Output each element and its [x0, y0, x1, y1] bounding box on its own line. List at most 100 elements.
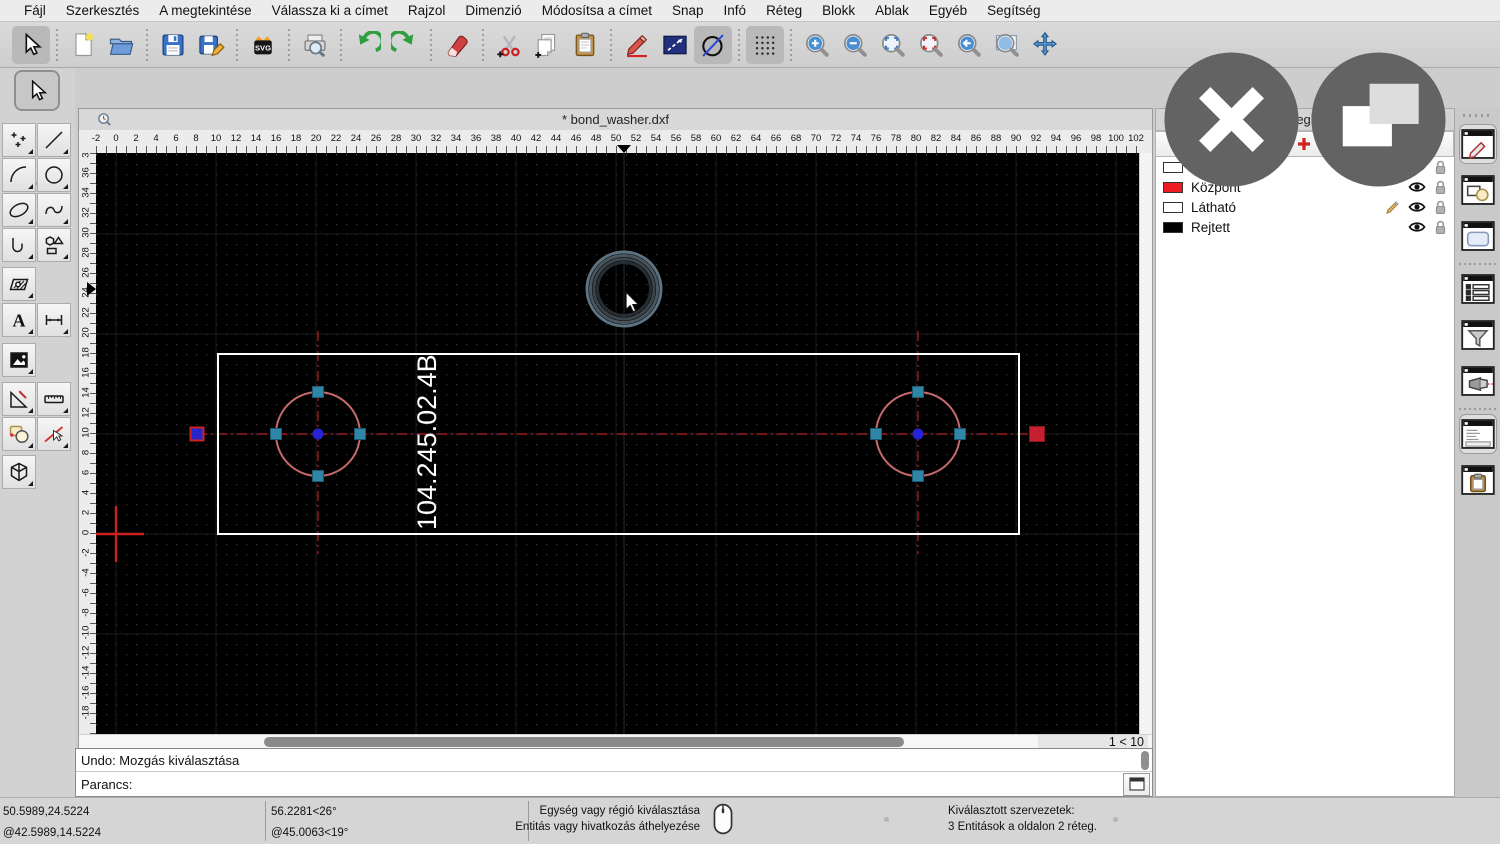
quadrant-handle[interactable]	[270, 428, 282, 440]
undock-panel-icon[interactable]	[1307, 48, 1450, 191]
layers-dock-button[interactable]	[1459, 124, 1497, 164]
layer-visibility-eye-icon[interactable]	[1408, 220, 1426, 234]
centerline-start-handle[interactable]	[189, 426, 205, 442]
dimension-line-button[interactable]	[656, 26, 694, 64]
grid-toggle-button[interactable]	[746, 25, 784, 64]
zoom-auto-button[interactable]	[874, 26, 912, 64]
filter-dock-button[interactable]	[1459, 315, 1497, 355]
pan-button[interactable]	[1026, 26, 1064, 64]
print-preview-button[interactable]	[296, 26, 334, 64]
command-options-button[interactable]	[1123, 772, 1150, 796]
paste-button[interactable]	[566, 26, 604, 64]
center-node[interactable]	[912, 428, 924, 440]
clipboard-dock-button[interactable]	[1459, 460, 1497, 500]
history-scrollbar-thumb[interactable]	[1141, 751, 1149, 770]
block-tool-button[interactable]	[2, 417, 36, 451]
quadrant-handle[interactable]	[954, 428, 966, 440]
menu-item-m-dos-tsa-a-c-met[interactable]: Módosítsa a címet	[532, 3, 662, 18]
circle-tool-button[interactable]	[37, 158, 71, 192]
menu-item-inf-[interactable]: Infó	[714, 3, 757, 18]
horizontal-scrollbar[interactable]: 1 < 10	[79, 734, 1152, 749]
dimension-tool-button[interactable]	[37, 303, 71, 337]
centerline-end-handle[interactable]	[1029, 426, 1045, 442]
save-button[interactable]	[154, 26, 192, 64]
construct-tool-button[interactable]	[2, 382, 36, 416]
line-tool-button[interactable]	[37, 123, 71, 157]
menu-item-seg-ts-g[interactable]: Segítség	[977, 3, 1050, 18]
circle-tool-button[interactable]	[694, 25, 732, 64]
library-dock-button[interactable]	[1459, 216, 1497, 256]
hatch-tool-button[interactable]	[2, 267, 36, 301]
menu-item-v-lassza-ki-a-c-met[interactable]: Válassza ki a címet	[262, 3, 398, 18]
quadrant-handle[interactable]	[912, 470, 924, 482]
open-drawing-button[interactable]	[102, 26, 140, 64]
menu-item-a-megtekint-se[interactable]: A megtekintése	[149, 3, 261, 18]
spline-tool-button[interactable]	[37, 193, 71, 227]
menu-item-r-teg[interactable]: Réteg	[756, 3, 812, 18]
svg-export-button[interactable]: SVG	[244, 26, 282, 64]
layer-visibility-eye-icon[interactable]	[1408, 200, 1426, 214]
layer-edit-pencil-icon[interactable]	[1385, 200, 1400, 215]
command-history: Undo: Mozgás kiválasztása	[76, 749, 1152, 772]
quadrant-handle[interactable]	[912, 386, 924, 398]
horizontal-scrollbar-thumb[interactable]	[264, 737, 904, 747]
quadrant-handle[interactable]	[870, 428, 882, 440]
polygon-tool-button[interactable]	[37, 228, 71, 262]
menu-item-szerkeszt-s[interactable]: Szerkesztés	[56, 3, 150, 18]
save-as-button[interactable]	[192, 26, 230, 64]
drawing-canvas[interactable]: 104.245.02.4B	[88, 153, 1139, 734]
entity-list-dock-button[interactable]	[1459, 269, 1497, 309]
center-node[interactable]	[312, 428, 324, 440]
erase-button[interactable]	[438, 26, 476, 64]
vruler-label: 30	[80, 227, 92, 238]
vertical-scrollbar[interactable]	[1139, 153, 1152, 734]
menu-item-dimenzi-[interactable]: Dimenzió	[455, 3, 531, 18]
layer-lock-icon[interactable]	[1434, 220, 1447, 235]
quadrant-handle[interactable]	[354, 428, 366, 440]
menu-item-f-jl[interactable]: Fájl	[14, 3, 56, 18]
text-tool-button[interactable]: A	[2, 303, 36, 337]
layer-row-rejtett[interactable]: Rejtett	[1156, 217, 1454, 237]
solid-tool-button[interactable]	[2, 455, 36, 489]
command-input[interactable]	[138, 773, 1123, 795]
undo-button[interactable]	[348, 26, 386, 64]
polyline-tool-button[interactable]	[2, 228, 36, 262]
menu-item-snap[interactable]: Snap	[662, 3, 714, 18]
new-drawing-button[interactable]	[64, 26, 102, 64]
cut-button[interactable]	[490, 26, 528, 64]
menu-item-egy-b[interactable]: Egyéb	[919, 3, 977, 18]
blocks-dock-button[interactable]	[1459, 170, 1497, 210]
image-tool-button[interactable]	[2, 343, 36, 377]
spotlight-dock-button[interactable]	[1459, 361, 1497, 401]
hruler-label: 56	[670, 133, 682, 144]
select-tool-button[interactable]	[14, 70, 60, 111]
layer-lock-icon[interactable]	[1434, 200, 1447, 215]
copy-button[interactable]	[528, 26, 566, 64]
layer-row-l-that-[interactable]: Látható	[1156, 197, 1454, 217]
select-entity-tool-button[interactable]	[37, 417, 71, 451]
drawing-window-titlebar[interactable]: * bond_washer.dxf	[79, 109, 1152, 131]
redo-button[interactable]	[386, 26, 424, 64]
hruler-label: 88	[990, 133, 1002, 144]
arc-tool-button[interactable]	[2, 158, 36, 192]
part-label[interactable]: 104.245.02.4B	[412, 354, 442, 530]
measure-tool-button[interactable]	[37, 382, 71, 416]
hruler-label: 26	[370, 133, 382, 144]
menu-item-ablak[interactable]: Ablak	[865, 3, 919, 18]
command-dock-button[interactable]	[1459, 414, 1497, 454]
quadrant-handle[interactable]	[312, 470, 324, 482]
zoom-out-button[interactable]	[836, 26, 874, 64]
zoom-window-button[interactable]	[988, 26, 1026, 64]
menu-item-rajzol[interactable]: Rajzol	[398, 3, 456, 18]
close-panel-icon[interactable]	[1160, 48, 1303, 191]
dock-drag-handle[interactable]	[1463, 114, 1493, 117]
menu-item-blokk[interactable]: Blokk	[812, 3, 865, 18]
zoom-in-button[interactable]	[798, 26, 836, 64]
zoom-previous-button[interactable]	[950, 26, 988, 64]
select-button[interactable]	[12, 25, 50, 64]
zoom-selected-button[interactable]	[912, 26, 950, 64]
points-tool-button[interactable]	[2, 123, 36, 157]
quadrant-handle[interactable]	[312, 386, 324, 398]
ellipse-tool-button[interactable]	[2, 193, 36, 227]
pen-edit-button[interactable]	[618, 26, 656, 64]
